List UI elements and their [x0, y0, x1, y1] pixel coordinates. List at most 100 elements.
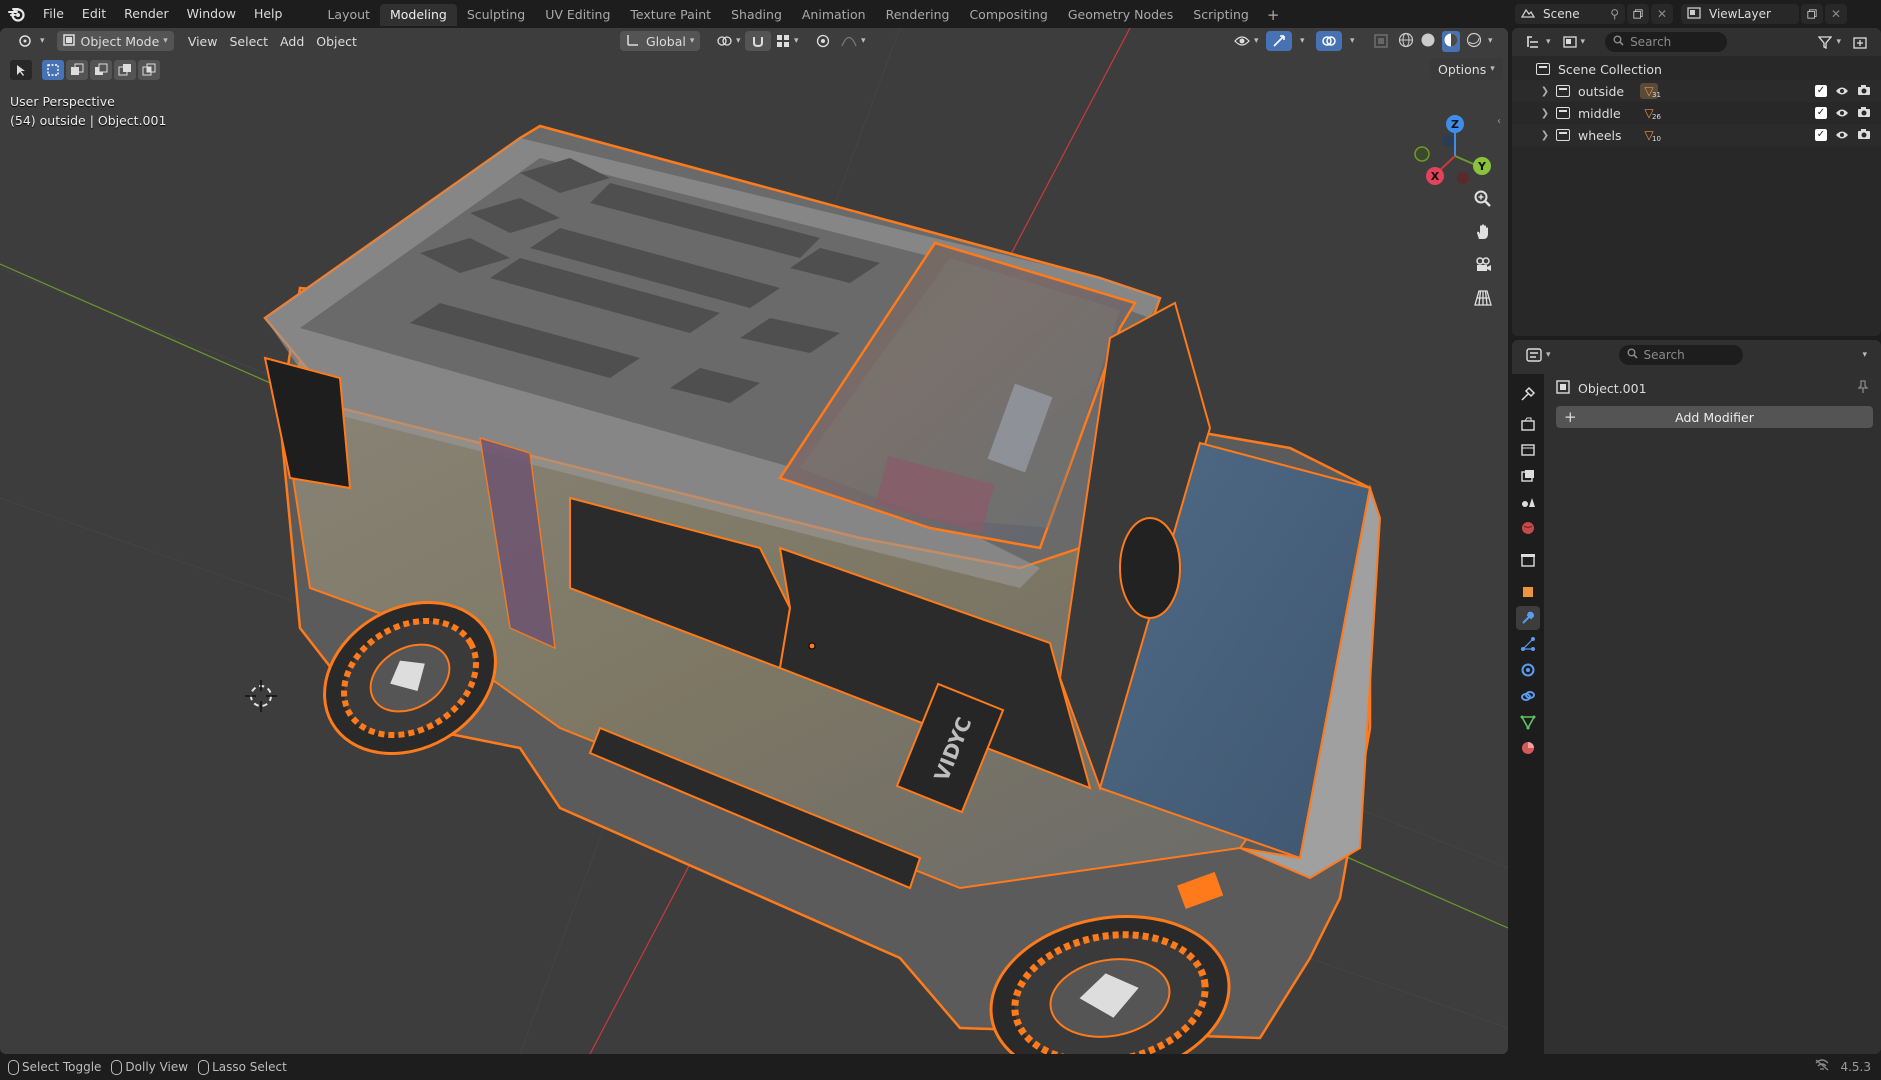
- collection-row-wheels[interactable]: ❯ wheels ▽ 10 ✓: [1512, 124, 1881, 146]
- menu-add[interactable]: Add: [274, 31, 310, 51]
- properties-editor-type-button[interactable]: ▾: [1520, 345, 1557, 365]
- shading-dropdown[interactable]: ▾: [1488, 36, 1493, 46]
- transform-orientation-dropdown[interactable]: Global ▾: [620, 31, 701, 51]
- expand-chevron-icon[interactable]: ❯: [1538, 130, 1552, 141]
- scene-collection-row[interactable]: Scene Collection: [1512, 58, 1881, 80]
- tab-scripting[interactable]: Scripting: [1183, 4, 1259, 26]
- visibility-selectability-dropdown[interactable]: ▾: [1228, 31, 1265, 51]
- menu-help[interactable]: Help: [245, 3, 292, 25]
- add-workspace-button[interactable]: +: [1259, 4, 1288, 26]
- select-extend-icon[interactable]: [66, 60, 88, 80]
- 3d-cursor-icon[interactable]: [245, 680, 277, 712]
- menu-edit[interactable]: Edit: [73, 3, 115, 25]
- menu-file[interactable]: File: [34, 3, 73, 25]
- menu-view[interactable]: View: [182, 31, 224, 51]
- material-preview-shading-icon[interactable]: [1442, 30, 1460, 52]
- solid-shading-icon[interactable]: [1420, 32, 1436, 51]
- xray-toggle[interactable]: [1368, 31, 1394, 51]
- proportional-edit-toggle[interactable]: [810, 31, 836, 51]
- camera-render-icon[interactable]: [1857, 128, 1871, 143]
- tab-modeling[interactable]: Modeling: [379, 4, 457, 26]
- select-intersect-icon[interactable]: [138, 60, 160, 80]
- scene-tab-icon[interactable]: [1516, 490, 1540, 514]
- viewport-scene[interactable]: VIDYC: [0, 28, 1508, 1054]
- outliner-editor-type-button[interactable]: ▾: [1520, 32, 1557, 52]
- new-collection-button[interactable]: [1847, 32, 1873, 52]
- camera-render-icon[interactable]: [1857, 106, 1871, 121]
- collection-tab-icon[interactable]: [1516, 548, 1540, 572]
- delete-view-layer-button[interactable]: ✕: [1825, 4, 1847, 24]
- tab-texture-paint[interactable]: Texture Paint: [620, 4, 721, 26]
- blender-logo-icon[interactable]: [0, 0, 34, 28]
- new-view-layer-button[interactable]: [1801, 4, 1823, 24]
- menu-window[interactable]: Window: [178, 3, 245, 25]
- editor-type-button[interactable]: ▾: [12, 31, 51, 51]
- tab-layout[interactable]: Layout: [317, 4, 380, 26]
- menu-select[interactable]: Select: [223, 31, 274, 51]
- view-layer-field[interactable]: ViewLayer: [1681, 4, 1799, 24]
- select-subtract-icon[interactable]: [90, 60, 112, 80]
- properties-options-dropdown[interactable]: ▾: [1852, 345, 1873, 365]
- outliner-search-field[interactable]: Search: [1605, 32, 1728, 52]
- perspective-toggle-icon[interactable]: [1468, 283, 1498, 313]
- view-layer-tab-icon[interactable]: [1516, 464, 1540, 488]
- overlays-toggle[interactable]: [1316, 31, 1342, 51]
- data-tab-icon[interactable]: [1516, 710, 1540, 734]
- tab-rendering[interactable]: Rendering: [876, 4, 960, 26]
- menu-render[interactable]: Render: [115, 3, 178, 25]
- rendered-shading-icon[interactable]: [1466, 32, 1482, 51]
- select-invert-icon[interactable]: [114, 60, 136, 80]
- tab-compositing[interactable]: Compositing: [959, 4, 1057, 26]
- tool-tab-icon[interactable]: [1516, 382, 1540, 406]
- display-mode-dropdown[interactable]: ▾: [1557, 32, 1592, 52]
- object-mode-dropdown[interactable]: Object Mode ▾: [56, 31, 174, 51]
- gizmo-toggle[interactable]: [1266, 31, 1292, 51]
- properties-search-field[interactable]: Search: [1618, 345, 1743, 365]
- new-scene-button[interactable]: [1627, 4, 1649, 24]
- menu-object[interactable]: Object: [310, 31, 363, 51]
- gizmo-dropdown[interactable]: ▾: [1290, 31, 1311, 51]
- options-dropdown[interactable]: Options ▾: [1430, 58, 1503, 80]
- pivot-point-dropdown[interactable]: ▾: [710, 31, 747, 51]
- tab-animation[interactable]: Animation: [792, 4, 876, 26]
- select-tool-icon[interactable]: [10, 60, 32, 80]
- snap-toggle[interactable]: [745, 31, 771, 51]
- add-modifier-button[interactable]: + Add Modifier: [1556, 406, 1873, 428]
- mesh-count-icon[interactable]: ▽ 26: [1640, 105, 1661, 121]
- physics-tab-icon[interactable]: [1516, 658, 1540, 682]
- collection-row-outside[interactable]: ❯ outside ▽ 31 ✓: [1512, 80, 1881, 102]
- exclude-checkbox[interactable]: ✓: [1815, 107, 1827, 119]
- car-model[interactable]: VIDYC: [263, 124, 1382, 1054]
- exclude-checkbox[interactable]: ✓: [1815, 129, 1827, 141]
- mesh-count-icon[interactable]: ▽ 10: [1640, 127, 1661, 143]
- tab-sculpting[interactable]: Sculpting: [457, 4, 535, 26]
- overlays-dropdown[interactable]: ▾: [1340, 31, 1361, 51]
- render-tab-icon[interactable]: [1516, 412, 1540, 436]
- mesh-count-icon[interactable]: ▽ 31: [1640, 83, 1661, 99]
- falloff-dropdown[interactable]: ▾: [835, 31, 872, 51]
- snap-target-dropdown[interactable]: ▾: [770, 31, 805, 51]
- select-new-icon[interactable]: [42, 60, 64, 80]
- eye-icon[interactable]: [1835, 106, 1849, 121]
- delete-scene-button[interactable]: ✕: [1651, 4, 1673, 24]
- camera-render-icon[interactable]: [1857, 84, 1871, 99]
- hand-pan-icon[interactable]: [1468, 217, 1498, 247]
- tab-geometry-nodes[interactable]: Geometry Nodes: [1058, 4, 1183, 26]
- pin-icon[interactable]: [1857, 379, 1869, 397]
- pin-icon[interactable]: ⚲: [1610, 7, 1619, 21]
- scene-field[interactable]: Scene ⚲: [1515, 4, 1625, 24]
- expand-chevron-icon[interactable]: ❯: [1538, 86, 1552, 97]
- constraints-tab-icon[interactable]: [1516, 684, 1540, 708]
- tab-uv-editing[interactable]: UV Editing: [535, 4, 620, 26]
- eye-icon[interactable]: [1835, 128, 1849, 143]
- zoom-icon[interactable]: [1468, 184, 1498, 214]
- output-tab-icon[interactable]: [1516, 438, 1540, 462]
- tab-shading[interactable]: Shading: [721, 4, 792, 26]
- collection-row-middle[interactable]: ❯ middle ▽ 26 ✓: [1512, 102, 1881, 124]
- eye-icon[interactable]: [1835, 84, 1849, 99]
- exclude-checkbox[interactable]: ✓: [1815, 85, 1827, 97]
- particles-tab-icon[interactable]: [1516, 632, 1540, 656]
- expand-chevron-icon[interactable]: ❯: [1538, 108, 1552, 119]
- wireframe-shading-icon[interactable]: [1398, 32, 1414, 51]
- material-tab-icon[interactable]: [1516, 736, 1540, 760]
